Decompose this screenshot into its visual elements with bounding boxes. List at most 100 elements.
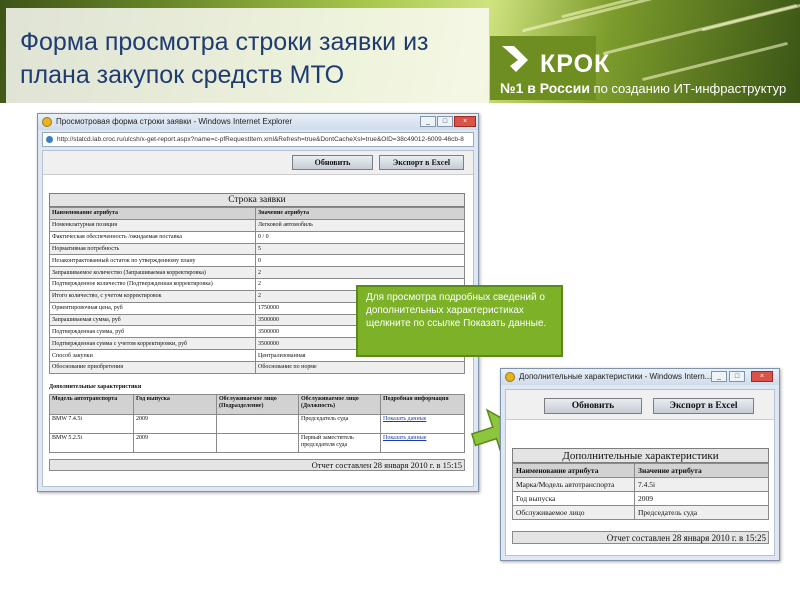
attribute-name-cell: Запрашиваемое количество (Запрашиваемая … bbox=[49, 266, 256, 280]
details-cell: Показать данные bbox=[380, 413, 465, 434]
attribute-name-cell: Год выпуска bbox=[512, 491, 635, 506]
attribute-value-cell: 5 bbox=[255, 242, 465, 256]
position-cell: Председатель суда bbox=[298, 413, 381, 434]
attribute-name-cell: Подтвержденная сумма с учетом корректиро… bbox=[49, 337, 256, 351]
table-row: Незаконтрактованный остаток по утвержден… bbox=[49, 254, 465, 268]
logo-text: КРОК bbox=[540, 50, 611, 78]
ie-icon bbox=[42, 117, 52, 127]
unit-cell bbox=[216, 413, 299, 434]
attribute-name-cell: Номенклатурная позиция bbox=[49, 218, 256, 232]
column-header: Значение атрибута bbox=[255, 207, 465, 220]
column-header: Обслуживаемое лицо (Подразделение) bbox=[216, 393, 299, 415]
slide-title: Форма просмотра строки заявки из плана з… bbox=[20, 28, 429, 89]
column-header: Наименование атрибута bbox=[49, 207, 256, 220]
table-row: BMW 7.4.5i 2009 Председатель суда Показа… bbox=[49, 413, 465, 434]
attribute-name-cell: Запрашиваемая сумма, руб bbox=[49, 313, 256, 327]
attribute-value-cell: 2009 bbox=[634, 491, 769, 506]
attribute-value-cell: 0 bbox=[255, 254, 465, 268]
address-bar[interactable]: http://statcd.lab.croc.ru/ulcsh/x-get-re… bbox=[42, 132, 474, 147]
minimize-icon[interactable]: _ bbox=[711, 371, 727, 382]
report-footer: Отчет составлен 28 января 2010 г. в 15:1… bbox=[49, 458, 465, 471]
tagline-rest: по созданию ИТ-инфраструктур bbox=[589, 81, 787, 96]
attribute-value-cell: 0 / 0 bbox=[255, 230, 465, 244]
slide-header: Форма просмотра строки заявки из плана з… bbox=[0, 0, 800, 103]
close-icon[interactable]: × bbox=[751, 371, 773, 382]
attribute-name-cell: Незаконтрактованный остаток по утвержден… bbox=[49, 254, 256, 268]
column-header: Обслуживаемое лицо (Должность) bbox=[298, 393, 381, 415]
tagline: №1 в России по созданию ИТ-инфраструктур bbox=[500, 80, 786, 96]
attribute-name-cell: Способ закупки bbox=[49, 349, 256, 362]
table-row: Обоснование приобретения Обоснование по н… bbox=[49, 360, 465, 374]
column-header: Год выпуска bbox=[133, 393, 217, 415]
attribute-name-cell: Подтвержденное количество (Подтвержденна… bbox=[49, 278, 256, 291]
slide-title-box: Форма просмотра строки заявки из плана з… bbox=[6, 8, 489, 103]
table-row: Обслуживаемое лицо Председатель суда bbox=[512, 505, 769, 520]
attribute-name-cell: Фактическая обеспеченность /ожидаемая по… bbox=[49, 230, 256, 244]
hint-callout: Для просмотра подробных сведений о допол… bbox=[356, 285, 563, 357]
table-header-row: Наименование атрибута Значение атрибута bbox=[512, 463, 769, 478]
model-cell: BMW 5.2.5i bbox=[49, 432, 134, 453]
attribute-value-cell: Обоснование по норме bbox=[255, 360, 465, 374]
year-cell: 2009 bbox=[133, 432, 217, 453]
form-title: Дополнительные характеристики bbox=[512, 448, 769, 463]
column-header: Наименование атрибута bbox=[512, 463, 635, 478]
attribute-name-cell: Обслуживаемое лицо bbox=[512, 505, 635, 520]
report-footer: Отчет составлен 28 января 2010 г. в 15:2… bbox=[512, 531, 769, 544]
refresh-button[interactable]: Обновить bbox=[292, 155, 373, 170]
table-row: Марка/Модель автотранспорта 7.4.5i bbox=[512, 477, 769, 492]
table-header-row: Модель автотранспорта Год выпуска Обслуж… bbox=[49, 393, 465, 415]
attribute-value-cell: 2 bbox=[255, 266, 465, 280]
attribute-value-cell: 7.4.5i bbox=[634, 477, 769, 492]
column-header: Подробная информация bbox=[380, 393, 465, 415]
details-cell: Показать данные bbox=[380, 432, 465, 453]
year-cell: 2009 bbox=[133, 413, 217, 434]
logo-mark-icon bbox=[502, 46, 528, 72]
attribute-value-cell: Легковой автомобиль bbox=[255, 218, 465, 232]
column-header: Модель автотранспорта bbox=[49, 393, 134, 415]
close-icon[interactable]: × bbox=[454, 116, 476, 127]
model-cell: BMW 7.4.5i bbox=[49, 413, 134, 434]
export-excel-button[interactable]: Экспорт в Excel bbox=[653, 398, 754, 414]
maximize-icon[interactable]: □ bbox=[437, 116, 453, 127]
minimize-icon[interactable]: _ bbox=[420, 116, 436, 127]
window-titlebar[interactable]: Просмотровая форма строки заявки - Windo… bbox=[38, 114, 478, 130]
unit-cell bbox=[216, 432, 299, 453]
export-excel-button[interactable]: Экспорт в Excel bbox=[379, 155, 464, 170]
table-row: Запрашиваемое количество (Запрашиваемая … bbox=[49, 266, 465, 280]
show-data-link[interactable]: Показать данные bbox=[383, 435, 426, 441]
table-row: Год выпуска 2009 bbox=[512, 491, 769, 506]
attribute-name-cell: Подтвержденная сумма, руб bbox=[49, 325, 256, 339]
show-data-link[interactable]: Показать данные bbox=[383, 416, 426, 422]
attribute-name-cell: Марка/Модель автотранспорта bbox=[512, 477, 635, 492]
attribute-value-cell: Председатель суда bbox=[634, 505, 769, 520]
page-icon bbox=[46, 136, 53, 143]
report-toolbar: Обновить Экспорт в Excel bbox=[506, 390, 774, 420]
page-content: Обновить Экспорт в Excel Дополнительные … bbox=[505, 389, 775, 556]
ie-icon bbox=[505, 372, 515, 382]
attributes-table: Наименование атрибута Значение атрибута … bbox=[512, 463, 769, 520]
ext-table: Модель автотранспорта Год выпуска Обслуж… bbox=[49, 393, 465, 453]
table-row: BMW 5.2.5i 2009 Первый заместитель предс… bbox=[49, 432, 465, 453]
position-cell: Первый заместитель председателя суда bbox=[298, 432, 381, 453]
table-row: Номенклатурная позиция Легковой автомобил… bbox=[49, 218, 465, 232]
window-title: Дополнительные характеристики - Windows … bbox=[519, 372, 712, 381]
maximize-icon[interactable]: □ bbox=[729, 371, 745, 382]
attribute-name-cell: Обоснование приобретения bbox=[49, 360, 256, 374]
window-titlebar[interactable]: Дополнительные характеристики - Windows … bbox=[501, 369, 779, 385]
table-row: Фактическая обеспеченность /ожидаемая по… bbox=[49, 230, 465, 244]
table-row: Нормативная потребность 5 bbox=[49, 242, 465, 256]
form-title: Строка заявки bbox=[49, 193, 465, 207]
window-title: Просмотровая форма строки заявки - Windo… bbox=[56, 117, 293, 126]
attribute-name-cell: Нормативная потребность bbox=[49, 242, 256, 256]
column-header: Значение атрибута bbox=[634, 463, 769, 478]
refresh-button[interactable]: Обновить bbox=[544, 398, 642, 414]
attribute-name-cell: Ориентировочная цена, руб bbox=[49, 301, 256, 315]
attribute-name-cell: Итого количество, с учетом корректировок bbox=[49, 289, 256, 303]
report-area: Дополнительные характеристики Наименован… bbox=[506, 420, 774, 544]
table-header-row: Наименование атрибута Значение атрибута bbox=[49, 207, 465, 220]
report-toolbar: Обновить Экспорт в Excel bbox=[43, 151, 473, 175]
ext-section-label: Дополнительные характеристики bbox=[49, 383, 142, 390]
details-window: Дополнительные характеристики - Windows … bbox=[500, 368, 780, 561]
tagline-bold: №1 в России bbox=[500, 80, 590, 96]
address-url: http://statcd.lab.croc.ru/ulcsh/x-get-re… bbox=[57, 136, 464, 143]
